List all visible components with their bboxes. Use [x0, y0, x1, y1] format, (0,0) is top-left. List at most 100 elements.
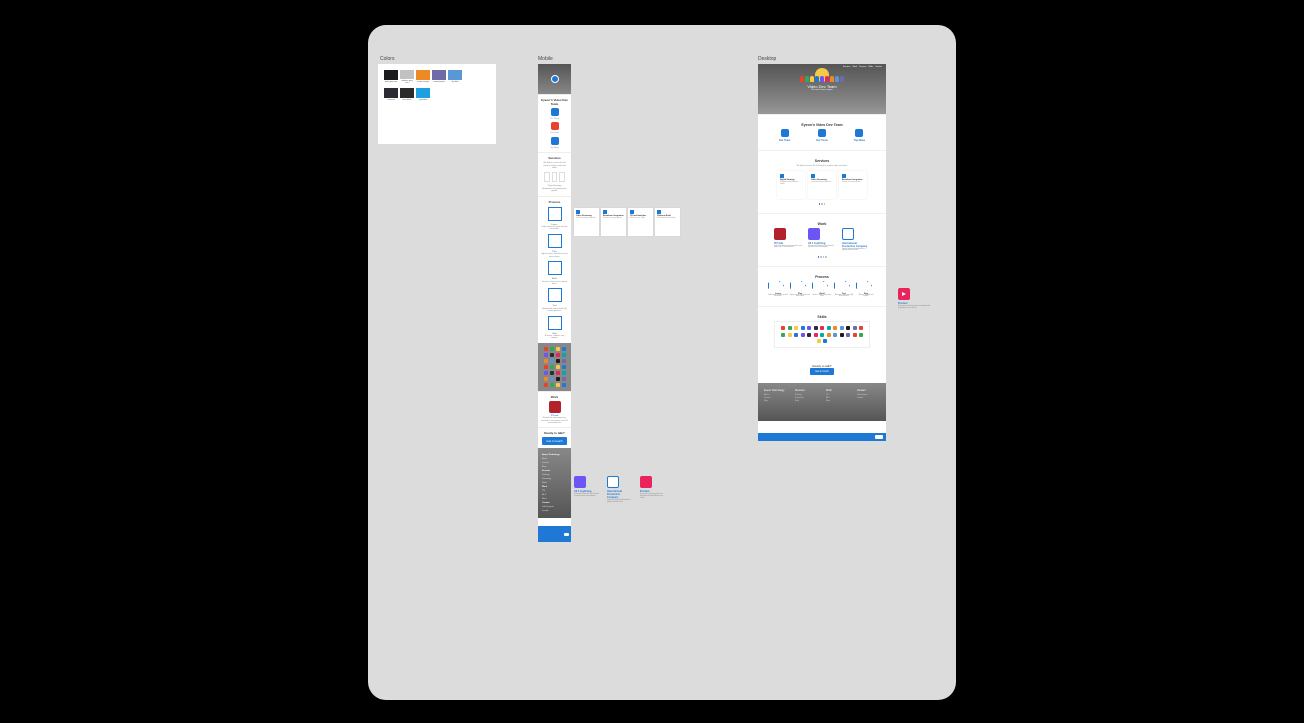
mobile-work: Work ITV hub Rebuilt the streaming front…: [538, 391, 571, 428]
service-card[interactable]: Video StreamingLive and on-demand pipeli…: [574, 208, 599, 236]
feat-label: Our Tools: [541, 132, 568, 134]
color-swatch[interactable]: dark grey one: [384, 70, 398, 84]
footer-link[interactable]: All 4: [826, 397, 849, 399]
footer-link[interactable]: Build: [542, 482, 567, 484]
footer-link[interactable]: hello@eyeon: [857, 394, 880, 396]
color-swatch[interactable]: muted purple: [432, 70, 446, 84]
skill-icon: [556, 371, 560, 375]
skill-icon: [562, 377, 566, 381]
footer-link[interactable]: Streaming: [542, 478, 567, 480]
process-step: TestAutomated and manual QA across devic…: [834, 281, 854, 299]
cta-button[interactable]: Get in touch: [542, 437, 566, 445]
work-item-desc: Rebuilt the streaming front end with a n…: [541, 417, 568, 424]
work-item[interactable]: ITV hubRebuilt the streaming front end w…: [774, 228, 802, 253]
color-swatch[interactable]: near black: [400, 88, 414, 102]
service-card[interactable]: Digital StrategyRoadmaps and planning fo…: [777, 171, 805, 199]
mobile-services: Services We deliver across the full stac…: [538, 152, 571, 195]
desktop-preview[interactable]: ServicesWorkProcessSkillsContact Video D…: [758, 64, 886, 441]
process-step: ListenUnderstand the goals and the const…: [768, 281, 788, 299]
skill-icon: [562, 365, 566, 369]
service-card[interactable]: Broadcast IntegrationConnect to existing…: [601, 208, 626, 236]
skill-icon: [544, 377, 548, 381]
footer-link[interactable]: All 4: [542, 494, 567, 496]
service-card[interactable]: UX and AnalyticsMeasure, learn, iterate.: [628, 208, 653, 236]
skill-icon: [823, 339, 827, 343]
nav-link[interactable]: Contact: [875, 66, 882, 68]
feat-label: Top News: [541, 147, 568, 149]
footer-link[interactable]: More: [826, 400, 849, 402]
color-swatch[interactable]: medium grey two: [400, 70, 414, 84]
nav-link[interactable]: Process: [859, 66, 866, 68]
work-item[interactable]: International Production CompanyInternal…: [607, 476, 632, 504]
footer-link[interactable]: Build: [795, 400, 818, 402]
skill-icon: [817, 339, 821, 343]
feature-item[interactable]: Our Tools: [810, 129, 834, 142]
skill-icon: [807, 333, 811, 337]
work-item[interactable]: ProductA consumer streaming product we d…: [640, 476, 665, 504]
footer-link[interactable]: Blog: [542, 466, 567, 468]
nav-link[interactable]: Skills: [868, 66, 873, 68]
desktop-work: Work ITV hubRebuilt the streaming front …: [758, 213, 886, 266]
skill-icon: [859, 326, 863, 330]
footer-link[interactable]: London: [542, 510, 567, 512]
svc-desc: Roadmaps and planning for growth.: [541, 188, 568, 193]
desktop-process: Process ListenUnderstand the goals and t…: [758, 266, 886, 307]
skill-icon: [794, 326, 798, 330]
cookie-accept-button[interactable]: [564, 533, 569, 536]
skill-icon: [827, 333, 831, 337]
skill-icon: [544, 383, 548, 387]
skill-icon: [544, 371, 548, 375]
service-icon: [603, 210, 607, 214]
footer-link[interactable]: ITV: [542, 490, 567, 492]
footer-link[interactable]: Strategy: [542, 474, 567, 476]
footer-link[interactable]: London: [857, 397, 880, 399]
footer-link[interactable]: ITV: [826, 394, 849, 396]
cookie-banner: [758, 433, 886, 441]
cta-button[interactable]: Get in touch: [810, 368, 833, 375]
hero-avatar-icon: [551, 75, 559, 83]
work-thumb-icon: [574, 476, 586, 488]
skill-icon: [781, 333, 785, 337]
footer-link[interactable]: Careers: [542, 462, 567, 464]
nav-link[interactable]: Work: [853, 66, 858, 68]
mobile-preview[interactable]: Eyeon'n Video Dev Team Our Team Our Tool…: [538, 64, 571, 542]
work-thumb-icon: [898, 288, 910, 300]
colors-panel[interactable]: dark grey onemedium grey twowarm orangem…: [378, 64, 496, 144]
color-swatch[interactable]: warm orange: [416, 70, 430, 84]
footer-link[interactable]: More: [542, 498, 567, 500]
skill-icon: [801, 333, 805, 337]
mobile-cta: Ready to talk? Get in touch: [538, 427, 571, 448]
carousel-dots[interactable]: [766, 203, 878, 205]
skill-icon: [820, 333, 824, 337]
footer-link[interactable]: About: [542, 458, 567, 460]
color-swatch[interactable]: cyan blue: [416, 88, 430, 102]
footer-link[interactable]: hello@eyeon: [542, 506, 567, 508]
work-item[interactable]: All 4 LightningPerformance overhaul of t…: [574, 476, 599, 504]
service-card[interactable]: Platform BuildEnd-to-end product deliver…: [655, 208, 680, 236]
skill-icon: [550, 377, 554, 381]
footer-link[interactable]: Blog: [764, 400, 787, 402]
footer-link[interactable]: Streaming: [795, 397, 818, 399]
skill-icon: [562, 371, 566, 375]
color-swatch[interactable]: sky blue: [448, 70, 462, 84]
footer-link[interactable]: About: [764, 394, 787, 396]
footer-link[interactable]: Careers: [764, 397, 787, 399]
arrow-icon: [790, 281, 806, 291]
services-sub: We deliver across the full stack of mode…: [766, 165, 878, 167]
footer-link[interactable]: Strategy: [795, 394, 818, 396]
feature-item[interactable]: Top News: [847, 129, 871, 142]
desktop-services: Services We deliver across the full stac…: [758, 150, 886, 213]
carousel-dots[interactable]: [766, 256, 878, 258]
service-card[interactable]: Video StreamingLive and on-demand pipeli…: [808, 171, 836, 199]
work-item[interactable]: International Production CompanyInternal…: [842, 228, 870, 253]
feature-item[interactable]: Our Team: [773, 129, 797, 142]
work-item[interactable]: All 4 LightningPerformance overhaul of t…: [808, 228, 836, 253]
skill-icon: [556, 359, 560, 363]
color-swatch[interactable]: charcoal: [384, 88, 398, 102]
feature-icon: [551, 108, 559, 116]
nav-link[interactable]: Services: [843, 66, 851, 68]
service-card[interactable]: Broadcast IntegrationConnect to existing…: [839, 171, 867, 199]
skill-icon: [556, 353, 560, 357]
skill-icon: [846, 333, 850, 337]
cookie-accept-button[interactable]: [875, 435, 883, 439]
